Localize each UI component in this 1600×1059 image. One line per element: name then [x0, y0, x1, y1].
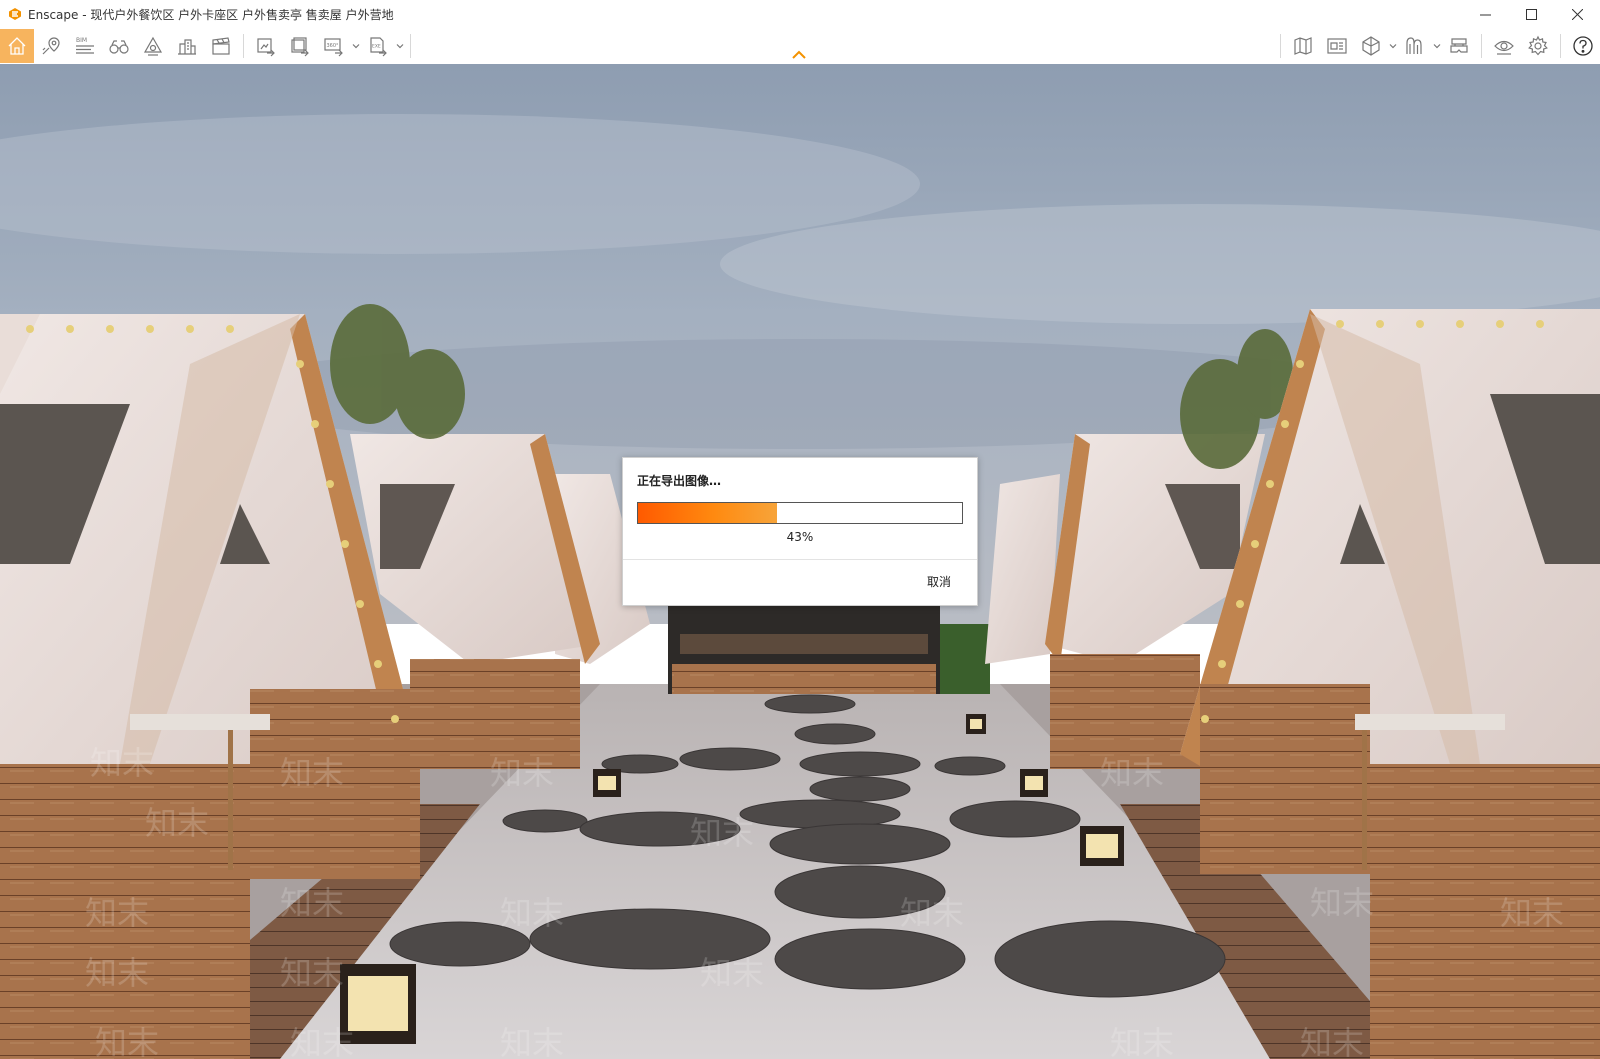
toolbar-separator — [410, 34, 411, 58]
svg-text:知末: 知末 — [95, 1024, 159, 1059]
svg-text:知末: 知末 — [280, 754, 344, 792]
settings-gear-icon — [1528, 35, 1548, 56]
chevron-down-icon — [352, 44, 360, 49]
toolbar-separator — [243, 34, 244, 58]
cube-view-icon — [1362, 36, 1380, 56]
svg-text:知末: 知末 — [490, 754, 554, 792]
svg-text:EXE: EXE — [372, 44, 381, 50]
svg-text:知末: 知末 — [1310, 884, 1374, 922]
home-button[interactable] — [0, 29, 34, 63]
visual-settings-eye-icon — [1494, 40, 1514, 55]
home-icon — [8, 37, 26, 55]
screenshot-button[interactable] — [249, 29, 283, 63]
svg-text:知末: 知末 — [500, 1024, 564, 1059]
batch-export-icon — [291, 37, 309, 57]
help-button[interactable] — [1566, 29, 1600, 63]
dialog-divider — [623, 559, 977, 560]
toolbar-separator — [1280, 34, 1281, 58]
progress-fill — [638, 503, 778, 523]
maximize-icon — [1525, 8, 1537, 20]
title-bar: Enscape - 现代户外餐饮区 户外卡座区 户外售卖亭 售卖屋 户外营地 — [0, 0, 1600, 28]
svg-text:知末: 知末 — [690, 814, 754, 852]
svg-text:知末: 知末 — [1110, 1024, 1174, 1059]
progress-percent-label: 43% — [786, 530, 814, 544]
svg-text:知末: 知末 — [290, 1024, 354, 1059]
map-icon — [1294, 37, 1312, 55]
window-title: Enscape - 现代户外餐饮区 户外卡座区 户外售卖亭 售卖屋 户外营地 — [28, 7, 394, 22]
vr-headset-icon — [1450, 38, 1468, 53]
help-icon — [1573, 36, 1593, 56]
svg-text:知末: 知末 — [145, 804, 209, 842]
chevron-down-icon — [1433, 44, 1441, 49]
batch-render-button[interactable] — [283, 29, 317, 63]
asset-library-button[interactable] — [170, 29, 204, 63]
export-dropdown[interactable] — [395, 29, 405, 63]
panorama-button[interactable]: 360° — [317, 29, 351, 63]
minimize-icon — [1479, 14, 1491, 15]
walk-fly-mode-button[interactable] — [102, 29, 136, 63]
svg-text:知末: 知末 — [500, 894, 564, 932]
chevron-down-icon — [396, 44, 404, 49]
exe-export-button[interactable]: EXE — [361, 29, 395, 63]
screenshot-export-icon — [257, 38, 275, 57]
svg-text:知末: 知末 — [900, 894, 964, 932]
video-editor-button[interactable] — [204, 29, 238, 63]
location-pin-icon — [42, 37, 60, 55]
svg-text:知末: 知末 — [90, 744, 154, 782]
svg-text:知末: 知末 — [1100, 754, 1164, 792]
close-button[interactable] — [1554, 0, 1600, 28]
close-icon — [1571, 8, 1583, 20]
svg-text:知末: 知末 — [1300, 1024, 1364, 1059]
cancel-button[interactable]: 取消 — [927, 573, 951, 590]
svg-text:360°: 360° — [327, 43, 340, 49]
svg-text:BIM: BIM — [76, 37, 87, 44]
light-view-button[interactable] — [136, 29, 170, 63]
svg-text:知末: 知末 — [700, 954, 764, 992]
buildings-icon — [178, 39, 196, 55]
toolbar-right-group — [1275, 28, 1600, 64]
svg-text:知末: 知末 — [280, 954, 344, 992]
toolbar-separator — [1560, 34, 1561, 58]
clapperboard-icon — [212, 37, 230, 55]
toolbar-left-group: BIM 360° EXE — [0, 28, 416, 64]
panorama-360-export-icon: 360° — [324, 38, 343, 57]
dialog-title: 正在导出图像… — [637, 474, 722, 488]
vr-headset-button[interactable] — [1442, 29, 1476, 63]
material-editor-icon — [1406, 37, 1422, 54]
enscape-logo-icon — [9, 8, 21, 20]
toolbar-separator — [1481, 34, 1482, 58]
collapse-toolbar-chevron-icon[interactable] — [790, 48, 808, 60]
view-mode-button[interactable] — [1354, 29, 1388, 63]
binoculars-icon — [109, 40, 129, 54]
panorama-dropdown[interactable] — [351, 29, 361, 63]
views-button[interactable] — [34, 29, 68, 63]
map-button[interactable] — [1286, 29, 1320, 63]
sun-lamp-icon — [143, 36, 163, 56]
svg-text:知末: 知末 — [280, 884, 344, 922]
export-progress-dialog: 正在导出图像… 43% 取消 — [622, 457, 978, 606]
exe-export-icon: EXE — [370, 37, 387, 57]
export-progress-bar — [637, 502, 963, 524]
material-dropdown[interactable] — [1432, 29, 1442, 63]
material-editor-button[interactable] — [1398, 29, 1432, 63]
svg-text:知末: 知末 — [1500, 894, 1564, 932]
svg-text:知末: 知末 — [85, 894, 149, 932]
bim-list-icon: BIM — [76, 37, 94, 54]
svg-text:知末: 知末 — [85, 954, 149, 992]
bim-button[interactable]: BIM — [68, 29, 102, 63]
visual-settings-button[interactable] — [1487, 29, 1521, 63]
minimap-button[interactable] — [1320, 29, 1354, 63]
settings-button[interactable] — [1521, 29, 1555, 63]
minimap-icon — [1327, 38, 1347, 54]
chevron-down-icon — [1389, 44, 1397, 49]
window-controls — [1462, 0, 1600, 28]
maximize-button[interactable] — [1508, 0, 1554, 28]
view-mode-dropdown[interactable] — [1388, 29, 1398, 63]
minimize-button[interactable] — [1462, 0, 1508, 28]
